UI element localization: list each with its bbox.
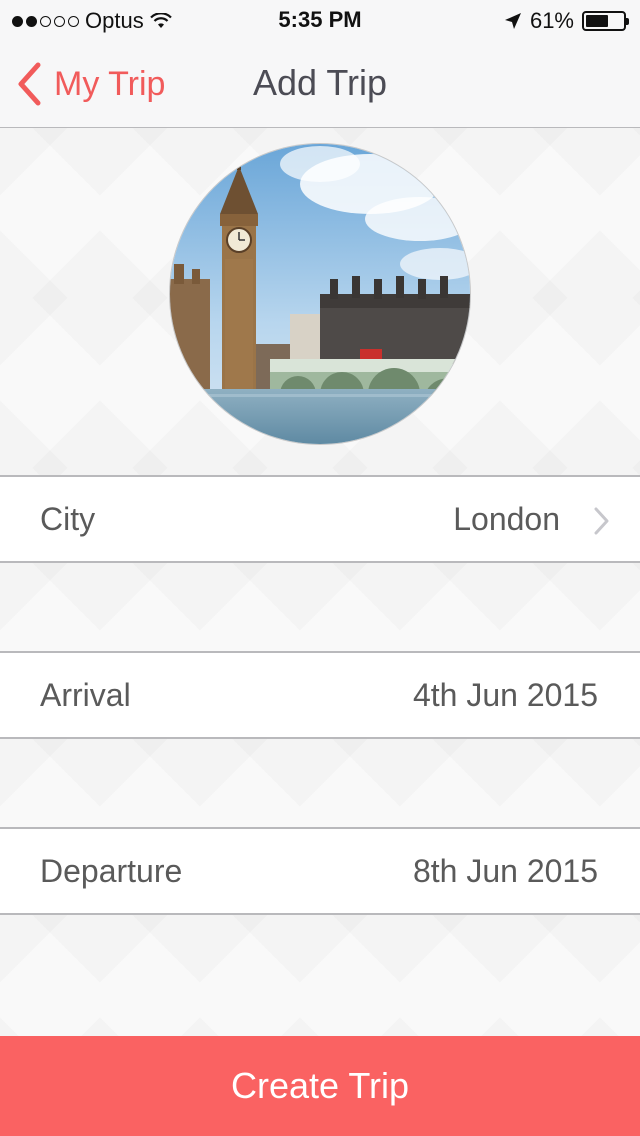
departure-row[interactable]: Departure 8th Jun 2015: [0, 829, 640, 915]
chevron-right-icon: [594, 507, 609, 535]
battery-percent: 61%: [529, 8, 574, 33]
bottom-spacer: [0, 915, 640, 1036]
london-illustration: [170, 144, 470, 444]
arrival-row[interactable]: Arrival 4th Jun 2015: [0, 653, 640, 739]
city-photo[interactable]: [170, 144, 470, 444]
city-label: City: [40, 501, 96, 537]
battery-level: [586, 15, 608, 27]
create-trip-button[interactable]: Create Trip: [0, 1036, 640, 1136]
city-row[interactable]: City London: [0, 477, 640, 563]
departure-value: 8th Jun 2015: [412, 853, 598, 889]
status-right: 61%: [504, 8, 629, 34]
navigation-bar: My Trip Add Trip: [0, 40, 640, 128]
departure-label: Departure: [40, 853, 183, 889]
arrival-label: Arrival: [40, 677, 131, 713]
arrival-value: 4th Jun 2015: [412, 677, 598, 713]
section-spacer: [0, 563, 640, 653]
add-trip-screen: Optus 5:35 PM 61% My Trip Add Trip City …: [0, 0, 640, 1136]
page-title: Add Trip: [252, 62, 388, 103]
city-photo-area: [0, 128, 640, 477]
location-arrow-icon: [504, 13, 521, 29]
battery-icon: [582, 11, 629, 31]
city-value: London: [453, 501, 560, 537]
section-spacer: [0, 739, 640, 829]
status-bar: Optus 5:35 PM 61%: [0, 0, 640, 40]
